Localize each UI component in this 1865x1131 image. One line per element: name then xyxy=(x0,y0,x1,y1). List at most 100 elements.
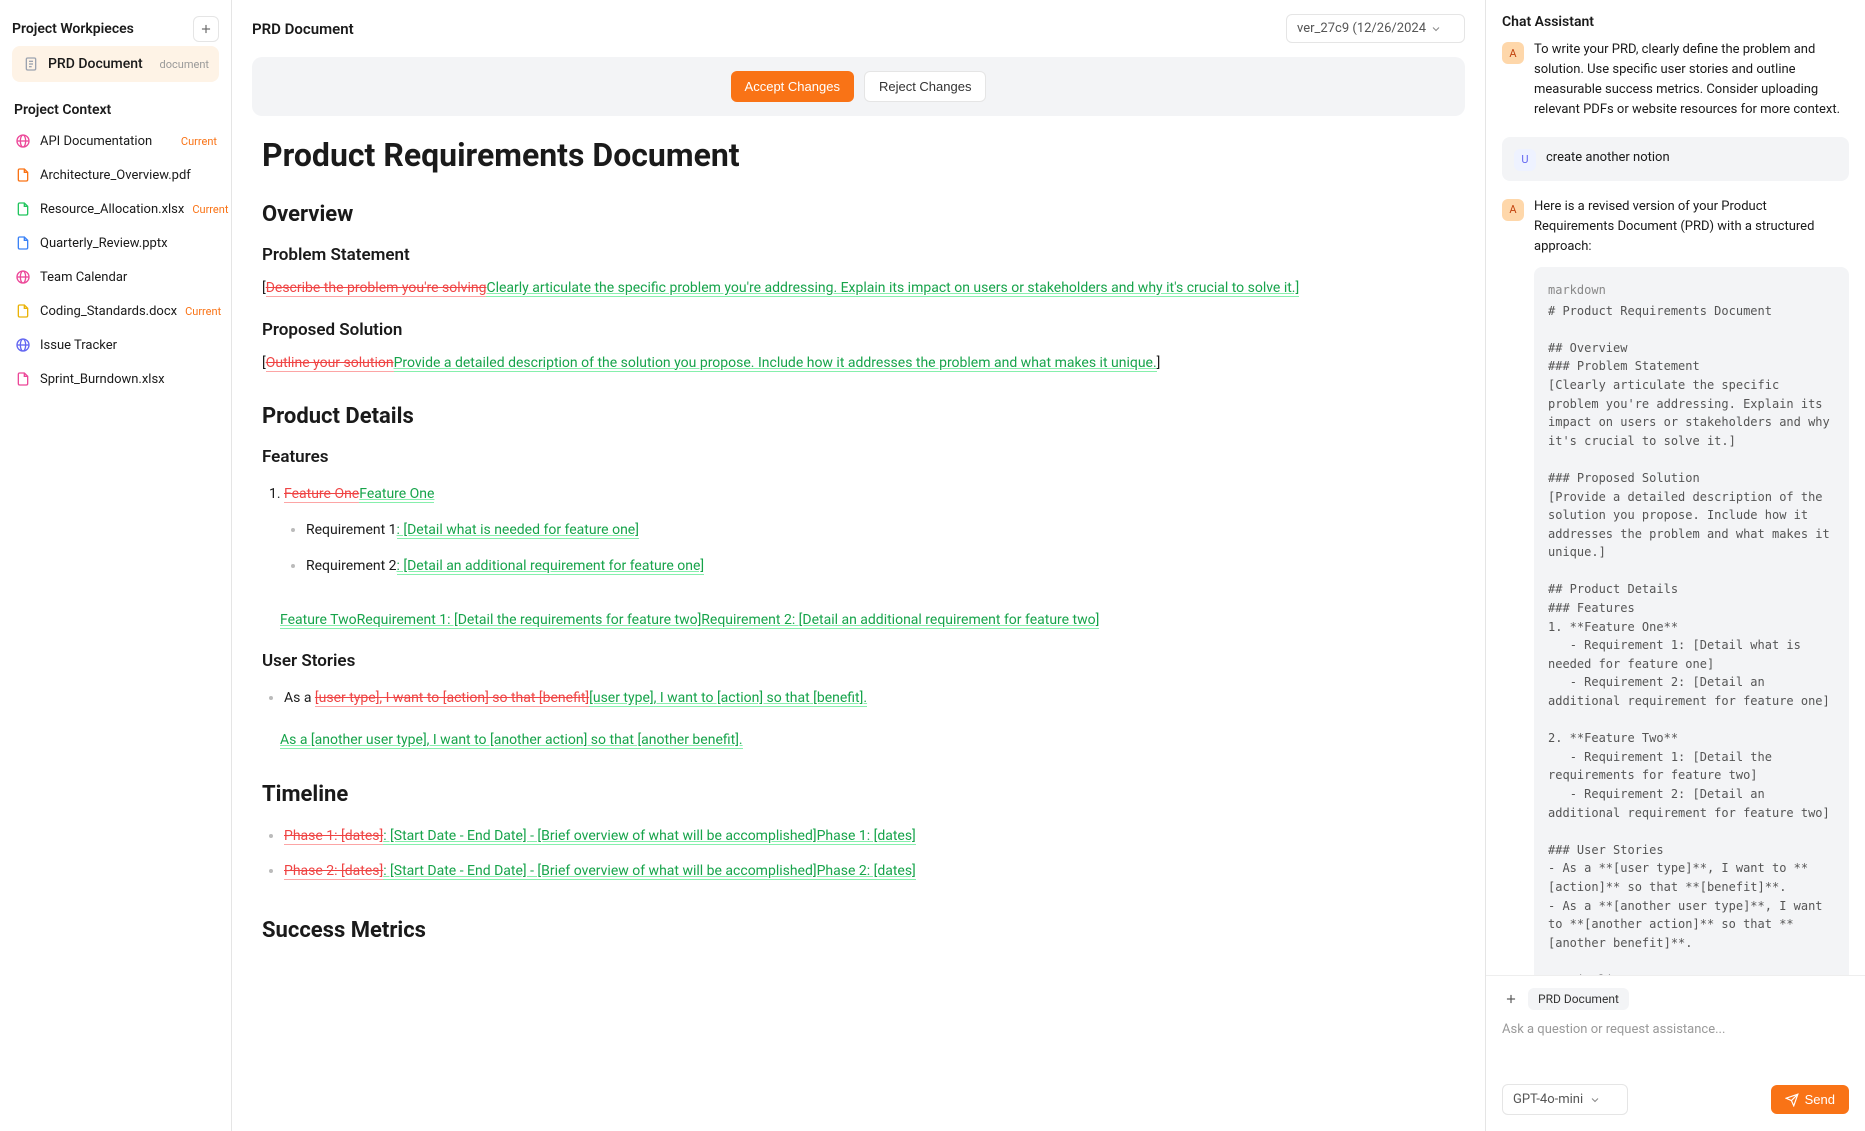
chat-message-user: U create another notion xyxy=(1502,137,1849,181)
workpiece-name: PRD Document xyxy=(48,56,152,72)
heading-solution: Proposed Solution xyxy=(262,320,1455,340)
chevron-down-icon xyxy=(1430,23,1442,35)
heading-details: Product Details xyxy=(262,404,1455,429)
avatar: A xyxy=(1502,42,1524,64)
diff-delete: Phase 1: [dates] xyxy=(284,828,383,845)
context-item-name: API Documentation xyxy=(40,134,173,149)
globe-icon xyxy=(14,268,32,286)
diff-delete: Feature One xyxy=(284,486,359,503)
chat-message-assistant: A Here is a revised version of your Prod… xyxy=(1502,197,1849,975)
list-item: Feature OneFeature One Requirement 1: [D… xyxy=(284,477,1455,596)
heading-1: Product Requirements Document xyxy=(262,136,1455,174)
context-item-tag: Current xyxy=(192,203,228,216)
plus-icon xyxy=(199,22,213,36)
heading-features: Features xyxy=(262,447,1455,467)
heading-problem: Problem Statement xyxy=(262,245,1455,265)
diff-insert: As a [another user type], I want to [ano… xyxy=(280,732,743,749)
context-item-name: Quarterly_Review.pptx xyxy=(40,236,217,251)
solution-para: [Outline your solutionProvide a detailed… xyxy=(262,350,1455,377)
context-item-name: Team Calendar xyxy=(40,270,217,285)
attachment-chip[interactable]: PRD Document xyxy=(1528,988,1629,1010)
sidebar-title: Project Workpieces xyxy=(12,21,134,37)
diff-delete: Phase 2: [dates] xyxy=(284,863,383,880)
sidebar: Project Workpieces PRD Document document… xyxy=(0,0,232,1131)
list-item: Requirement 1: [Detail what is needed fo… xyxy=(306,513,1455,549)
problem-para: [Describe the problem you're solvingClea… xyxy=(262,275,1455,302)
reject-changes-button[interactable]: Reject Changes xyxy=(864,71,987,102)
model-label: GPT-4o-mini xyxy=(1513,1092,1583,1107)
diff-insert: Provide a detailed description of the so… xyxy=(394,355,1157,372)
context-item[interactable]: API DocumentationCurrent xyxy=(12,124,219,158)
main-scroll[interactable]: Accept Changes Reject Changes Product Re… xyxy=(232,57,1485,1131)
context-item[interactable]: Architecture_Overview.pdf xyxy=(12,158,219,192)
heading-overview: Overview xyxy=(262,202,1455,227)
document-icon xyxy=(22,55,40,73)
diff-insert: : [Start Date - End Date] - [Brief overv… xyxy=(383,863,916,880)
chat-scroll[interactable]: A To write your PRD, clearly define the … xyxy=(1486,40,1865,975)
add-workpiece-button[interactable] xyxy=(193,16,219,42)
diff-insert: : [Start Date - End Date] - [Brief overv… xyxy=(383,828,916,845)
heading-metrics: Success Metrics xyxy=(262,918,1455,943)
chat-input-area: PRD Document GPT-4o-mini Send xyxy=(1486,975,1865,1131)
diff-delete: Describe the problem you're solving xyxy=(266,280,487,297)
list-item: Phase 1: [dates]: [Start Date - End Date… xyxy=(284,819,1455,855)
context-item-name: Resource_Allocation.xlsx xyxy=(40,202,184,217)
workpiece-item[interactable]: PRD Document document xyxy=(12,46,219,82)
file-icon xyxy=(14,302,32,320)
version-select[interactable]: ver_27c9 (12/26/2024 xyxy=(1286,14,1465,43)
send-icon xyxy=(1785,1093,1799,1107)
heading-timeline: Timeline xyxy=(262,782,1455,807)
chat-input[interactable] xyxy=(1502,1022,1849,1072)
context-item[interactable]: Sprint_Burndown.xlsx xyxy=(12,362,219,396)
diff-insert: Feature TwoRequirement 1: [Detail the re… xyxy=(280,612,1099,629)
globe-icon xyxy=(14,336,32,354)
message-text: Here is a revised version of your Produc… xyxy=(1534,197,1849,257)
user-story-2: As a [another user type], I want to [ano… xyxy=(262,727,1455,754)
list-item: Requirement 2: [Detail an additional req… xyxy=(306,549,1455,585)
main-area: PRD Document ver_27c9 (12/26/2024 Accept… xyxy=(232,0,1485,1131)
document-content: Product Requirements Document Overview P… xyxy=(252,136,1465,943)
context-title: Project Context xyxy=(12,102,219,124)
file-icon xyxy=(14,200,32,218)
chat-message-assistant: A To write your PRD, clearly define the … xyxy=(1502,40,1849,121)
diff-insert: Feature One xyxy=(359,486,434,503)
file-icon xyxy=(14,370,32,388)
diff-delete: Outline your solution xyxy=(266,355,394,372)
diff-bar: Accept Changes Reject Changes xyxy=(252,57,1465,116)
code-block: markdown# Product Requirements Document … xyxy=(1534,267,1849,975)
context-item[interactable]: Quarterly_Review.pptx xyxy=(12,226,219,260)
diff-delete: [user type], I want to [action] so that … xyxy=(315,690,589,707)
context-item-name: Sprint_Burndown.xlsx xyxy=(40,372,217,387)
send-label: Send xyxy=(1805,1092,1835,1107)
diff-insert: : [Detail what is needed for feature one… xyxy=(397,522,639,539)
workpiece-tag: document xyxy=(160,58,209,71)
context-item-tag: Current xyxy=(185,305,221,318)
list-item: As a [user type], I want to [action] so … xyxy=(284,681,1455,717)
context-item-name: Issue Tracker xyxy=(40,338,217,353)
version-label: ver_27c9 (12/26/2024 xyxy=(1297,21,1426,36)
context-item-name: Architecture_Overview.pdf xyxy=(40,168,217,183)
context-item-name: Coding_Standards.docx xyxy=(40,304,177,319)
add-attachment-button[interactable] xyxy=(1502,990,1520,1008)
model-select[interactable]: GPT-4o-mini xyxy=(1502,1084,1628,1115)
accept-changes-button[interactable]: Accept Changes xyxy=(731,71,854,102)
context-item[interactable]: Resource_Allocation.xlsxCurrent xyxy=(12,192,219,226)
chat-panel: Chat Assistant A To write your PRD, clea… xyxy=(1485,0,1865,1131)
send-button[interactable]: Send xyxy=(1771,1085,1849,1114)
diff-insert: Clearly articulate the specific problem … xyxy=(486,280,1299,297)
list-item: Phase 2: [dates]: [Start Date - End Date… xyxy=(284,854,1455,890)
diff-insert: : [Detail an additional requirement for … xyxy=(397,558,705,575)
file-icon xyxy=(14,166,32,184)
code-lang: markdown xyxy=(1548,281,1835,300)
heading-stories: User Stories xyxy=(262,651,1455,671)
context-item[interactable]: Team Calendar xyxy=(12,260,219,294)
message-text: To write your PRD, clearly define the pr… xyxy=(1534,40,1849,121)
chevron-down-icon xyxy=(1589,1094,1601,1106)
context-item[interactable]: Coding_Standards.docx Current xyxy=(12,294,219,328)
document-title: PRD Document xyxy=(252,20,354,38)
feature-two-para: Feature TwoRequirement 1: [Detail the re… xyxy=(262,607,1455,634)
file-icon xyxy=(14,234,32,252)
context-item[interactable]: Issue Tracker xyxy=(12,328,219,362)
diff-insert: [user type], I want to [action] so that … xyxy=(589,690,867,707)
globe-icon xyxy=(14,132,32,150)
